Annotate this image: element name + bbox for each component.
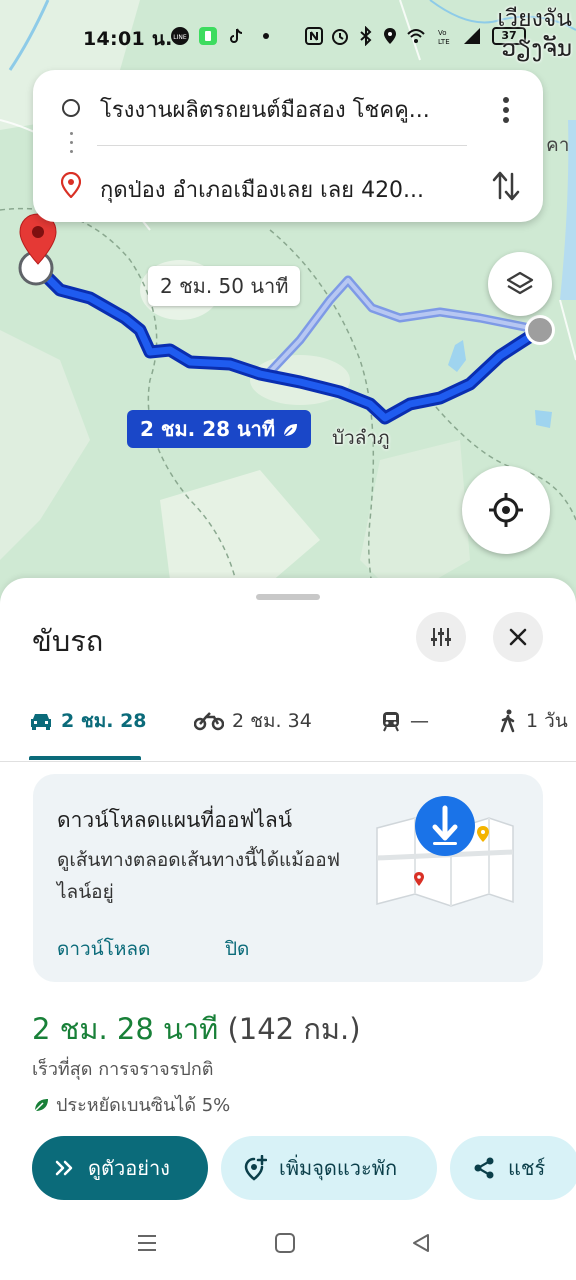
system-navigation-bar (0, 1212, 576, 1280)
train-icon (383, 712, 399, 732)
route-description: เร็วที่สุด การจราจรปกติ (32, 1059, 214, 1080)
share-button[interactable]: แชร์ (450, 1136, 576, 1200)
origin-circle-icon (62, 99, 80, 117)
offline-dismiss-button[interactable]: ปิด (225, 934, 249, 964)
offline-download-button[interactable]: ดาวน์โหลด (57, 934, 150, 964)
route-card-divider (97, 145, 467, 146)
close-icon (509, 628, 527, 646)
preview-button-label: ดูตัวอย่าง (88, 1156, 170, 1180)
bluetooth-icon (360, 26, 372, 46)
options-sliders-icon (431, 628, 451, 646)
main-route-duration-text: 2 ชม. 28 นาที (140, 417, 276, 441)
sheet-drag-handle[interactable] (256, 594, 320, 600)
travel-mode-tabs: 2 ชม. 28 2 ชม. 34 — 1 วัน (0, 682, 576, 762)
city-label-thai: เวียงจัน (497, 6, 572, 32)
double-chevron-icon (55, 1160, 73, 1176)
offline-card-description: ดูเส้นทางตลอดเส้นทางนี้ได้แม้ออฟไลน์อยู่ (57, 849, 341, 903)
alternate-route-duration-label[interactable]: 2 ชม. 50 นาที (148, 266, 301, 306)
eta-distance: (142 กม.) (227, 1012, 361, 1046)
tab-walk-label: 1 วัน (526, 710, 568, 732)
sheet-title: ขับรถ (32, 624, 104, 658)
main-route-duration-label[interactable]: 2 ชม. 28 นาที (127, 410, 312, 448)
tiktok-icon (230, 28, 243, 43)
city-label-lao: ວຽງຈັນ (501, 36, 572, 62)
route-eta: 2 ชม. 28 นาที (142 กม.) (32, 1006, 361, 1052)
destination-marker-icon (61, 172, 81, 198)
svg-text:LTE: LTE (438, 38, 450, 46)
map-view[interactable]: 14:01 น. LINE Vo LTE 37 เวียงจัน ວຽງຈັນ ค… (0, 0, 576, 620)
add-location-icon (244, 1155, 267, 1181)
svg-text:LINE: LINE (173, 34, 187, 41)
eta-duration: 2 ชม. 28 นาที (32, 1012, 219, 1046)
fuel-saving-row: ประหยัดเบนซินได้ 5% (32, 1090, 230, 1119)
add-stop-button-label: เพิ่มจุดแวะพัก (279, 1156, 398, 1180)
map-layers-button[interactable] (488, 252, 552, 316)
close-button[interactable] (493, 612, 543, 662)
offline-card-title: ดาวน์โหลดแผนที่ออฟไลน์ (57, 808, 293, 832)
offline-map-illustration (376, 796, 514, 907)
origin-field[interactable]: โรงงานผลิตรถยนต์มือสอง โชคคู... (100, 92, 430, 127)
share-button-label: แชร์ (508, 1156, 546, 1180)
walk-icon (500, 709, 515, 733)
car-icon (31, 714, 51, 730)
tab-transit[interactable]: — (380, 706, 429, 736)
home-icon[interactable] (274, 1232, 296, 1254)
crosshair-icon (489, 493, 523, 527)
offline-map-card: ดาวน์โหลดแผนที่ออฟไลน์ ดูเส้นทางตลอดเส้น… (33, 774, 543, 982)
destination-field[interactable]: กุดป่อง อำเภอเมืองเลย เลย 420... (100, 172, 424, 207)
tab-walk[interactable]: 1 วัน (498, 706, 568, 736)
eco-leaf-icon (283, 424, 298, 437)
eco-leaf-icon (34, 1098, 48, 1112)
share-icon (474, 1157, 494, 1179)
swap-directions-icon[interactable] (490, 168, 522, 204)
nfc-icon (305, 27, 323, 45)
motorcycle-icon (194, 712, 224, 731)
status-bar: 14:01 น. LINE Vo LTE 37 (0, 0, 576, 64)
tab-motorcycle[interactable]: 2 ชม. 34 (194, 706, 312, 736)
preview-button[interactable]: ดูตัวอย่าง (32, 1136, 208, 1200)
tab-motorcycle-label: 2 ชม. 34 (232, 710, 312, 732)
back-icon[interactable] (410, 1232, 432, 1254)
town-label: บัวลำภู (332, 427, 390, 449)
directions-sheet: ขับรถ 2 ชม. 28 2 ชม. 34 — 1 วัน ดาวน์โหล… (0, 578, 576, 1280)
more-notifications-dot-icon (263, 33, 269, 39)
fuel-saving-text: ประหยัดเบนซินได้ 5% (56, 1095, 231, 1116)
svg-text:Vo: Vo (438, 29, 447, 37)
app-notification-icon (199, 27, 217, 45)
signal-icon (464, 28, 480, 44)
active-tab-indicator (29, 756, 141, 760)
tab-drive-label: 2 ชม. 28 (61, 710, 147, 732)
tab-drive[interactable]: 2 ชม. 28 (29, 706, 147, 736)
route-connector-dots (70, 132, 73, 162)
city-label: เวียงจัน ວຽງຈັນ (497, 4, 572, 64)
menu-icon[interactable] (136, 1232, 158, 1254)
line-app-icon: LINE (171, 27, 189, 45)
location-icon (384, 28, 396, 44)
partial-place-label: คา (546, 134, 570, 156)
wifi-icon (407, 29, 425, 43)
add-stop-button[interactable]: เพิ่มจุดแวะพัก (221, 1136, 437, 1200)
layers-icon (506, 271, 534, 295)
more-options-icon[interactable] (494, 92, 518, 128)
volte-icon: VoLTE (438, 29, 450, 46)
alarm-icon (332, 29, 348, 45)
action-buttons: ดูตัวอย่าง เพิ่มจุดแวะพัก แชร์ (0, 1136, 576, 1200)
status-time: 14:01 น. (83, 28, 173, 50)
my-location-button[interactable] (462, 466, 550, 554)
route-options-button[interactable] (416, 612, 466, 662)
tab-transit-label: — (410, 710, 429, 732)
